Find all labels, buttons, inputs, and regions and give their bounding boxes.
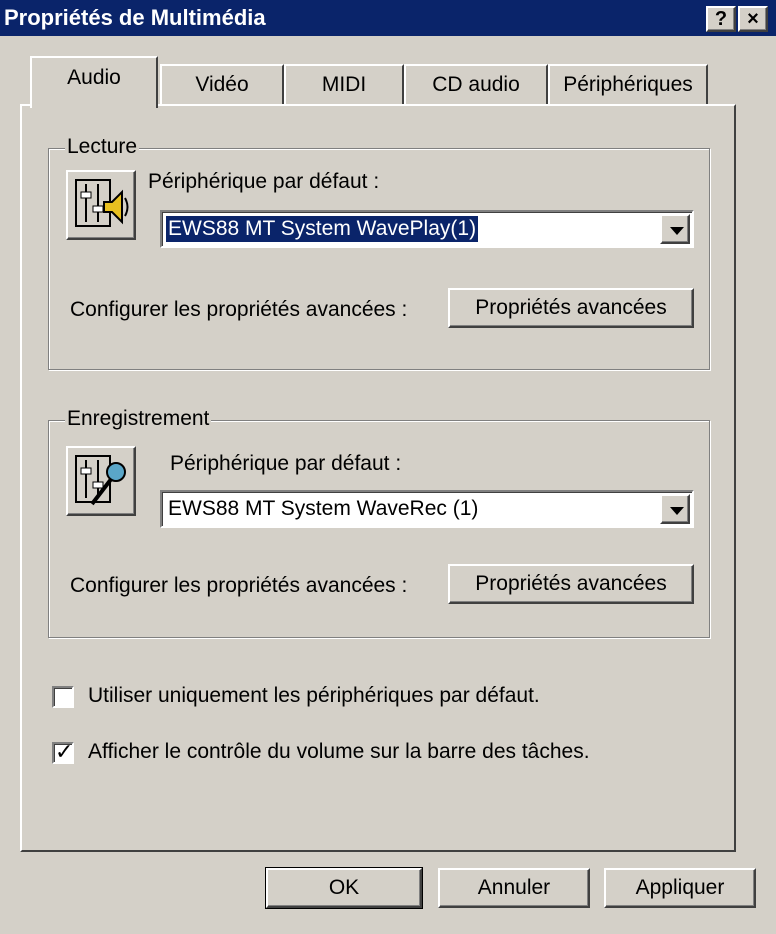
recording-group-title: Enregistrement	[65, 407, 212, 431]
title-bar[interactable]: Propriétés de Multimédia ? ×	[0, 0, 776, 36]
speaker-mixer-icon[interactable]	[66, 170, 136, 240]
ok-button[interactable]: OK	[265, 867, 423, 909]
chevron-down-icon[interactable]	[660, 214, 690, 244]
help-button[interactable]: ?	[706, 6, 736, 32]
tab-midi[interactable]: MIDI	[284, 64, 404, 106]
apply-button[interactable]: Appliquer	[604, 868, 756, 908]
playback-device-value: EWS88 MT System WavePlay(1)	[164, 215, 480, 243]
tab-peripheriques[interactable]: Périphériques	[548, 64, 708, 106]
playback-advanced-button[interactable]: Propriétés avancées	[448, 288, 694, 328]
tab-audio[interactable]: Audio	[30, 56, 158, 108]
checkmark-icon: ✓	[55, 739, 74, 764]
tab-video[interactable]: Vidéo	[160, 64, 284, 106]
window-title: Propriétés de Multimédia	[4, 5, 266, 30]
recording-device-value: EWS88 MT System WaveRec (1)	[168, 497, 479, 520]
playback-device-label: Périphérique par défaut :	[148, 170, 380, 193]
microphone-mixer-icon-graphic	[75, 455, 126, 506]
cancel-button[interactable]: Annuler	[438, 868, 590, 908]
close-button[interactable]: ×	[738, 6, 768, 32]
show-volume-label[interactable]: Afficher le contrôle du volume sur la ba…	[88, 740, 590, 764]
speaker-mixer-icon-graphic	[75, 179, 129, 227]
default-only-label[interactable]: Utiliser uniquement les périphériques pa…	[88, 684, 540, 708]
recording-device-select[interactable]: EWS88 MT System WaveRec (1)	[160, 490, 694, 528]
recording-advanced-label: Configurer les propriétés avancées :	[70, 574, 408, 597]
recording-advanced-button[interactable]: Propriétés avancées	[448, 564, 694, 604]
playback-group-title: Lecture	[65, 135, 140, 159]
playback-device-select[interactable]: EWS88 MT System WavePlay(1)	[160, 210, 694, 248]
recording-device-label: Périphérique par défaut :	[170, 452, 402, 475]
playback-advanced-label: Configurer les propriétés avancées :	[70, 298, 408, 321]
tab-cd-audio[interactable]: CD audio	[404, 64, 548, 106]
microphone-mixer-icon[interactable]	[66, 446, 136, 516]
chevron-down-icon[interactable]	[660, 494, 690, 524]
show-volume-checkbox[interactable]: ✓	[52, 739, 74, 764]
default-only-checkbox[interactable]	[52, 686, 74, 708]
